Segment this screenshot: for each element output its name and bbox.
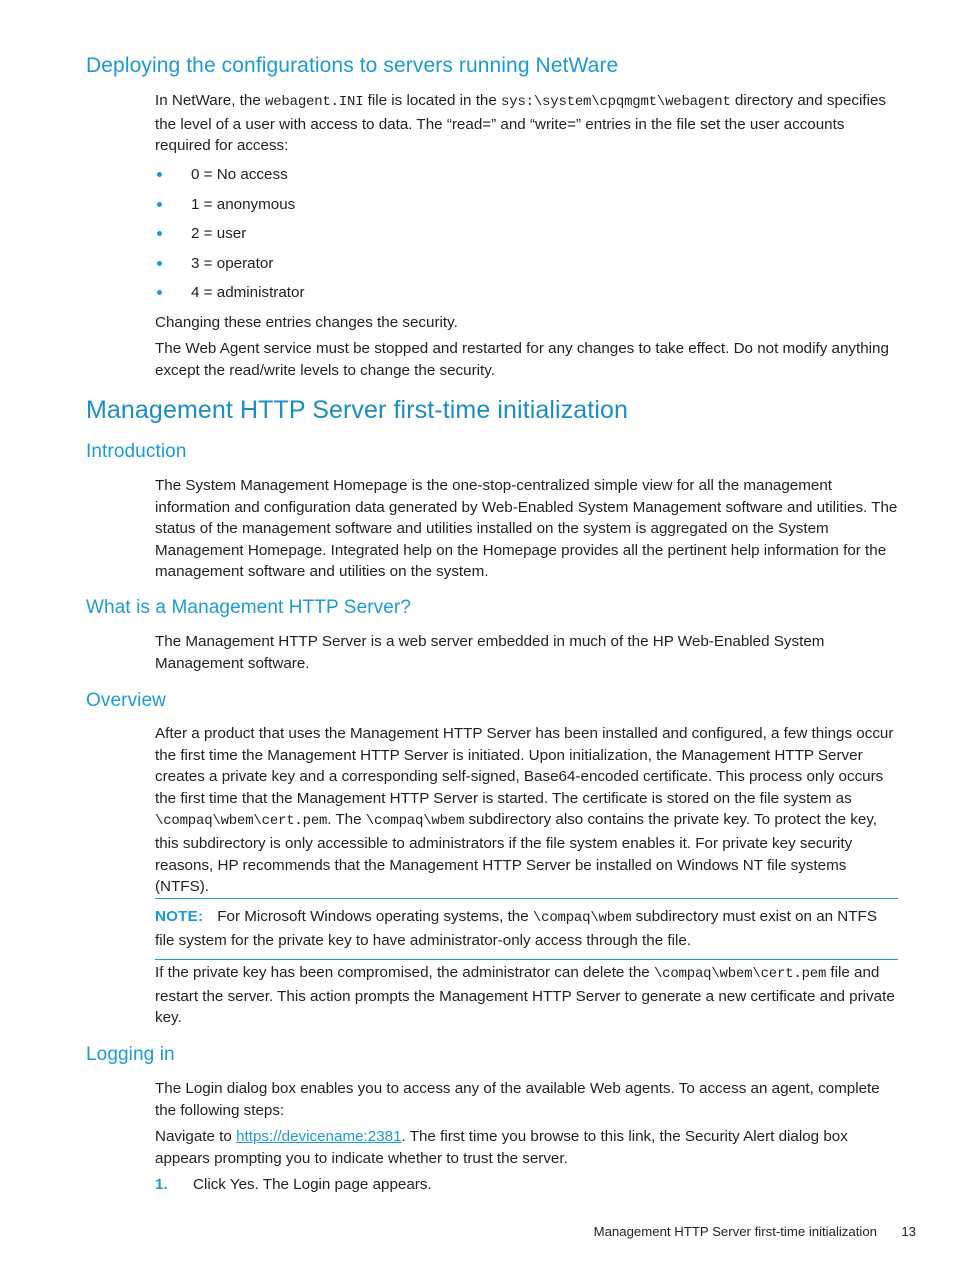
list-item: 2 = user	[155, 223, 898, 253]
compromised-part1: If the private key has been compromised,…	[155, 964, 654, 981]
list-item-label: 0 = No access	[191, 166, 288, 183]
netware-intro-part2: file is located in the	[363, 92, 502, 109]
overview-mono-cert-pem: \compaq\wbem\cert.pem	[155, 813, 328, 830]
bullet-icon	[157, 231, 162, 236]
list-item-label: 2 = user	[191, 225, 247, 242]
access-level-list: 0 = No access 1 = anonymous 2 = user 3 =…	[155, 164, 898, 312]
list-item: 1 = anonymous	[155, 194, 898, 224]
netware-mono-webagent-ini: webagent.INI	[265, 94, 364, 110]
bullet-icon	[157, 260, 162, 266]
list-item-label: 3 = operator	[191, 254, 274, 272]
bullet-icon	[157, 201, 162, 207]
note-label: NOTE:	[155, 908, 204, 926]
paragraph-what-is-body: The Management HTTP Server is a web serv…	[155, 633, 825, 672]
paragraph-navigate-instructions: Navigate to https://devicename:2381. The…	[155, 1126, 898, 1169]
list-item: 0 = No access	[155, 164, 898, 194]
list-item: 4 = administrator	[155, 282, 898, 312]
page-footer: Management HTTP Server first-time initia…	[0, 1224, 954, 1246]
heading-logging-in: Logging in	[86, 1044, 175, 1065]
heading-introduction: Introduction	[86, 441, 187, 462]
note-block: NOTE: For Microsoft Windows operating sys…	[155, 898, 898, 960]
paragraph-netware-intro: In NetWare, the webagent.INI file is loc…	[155, 90, 900, 157]
heading-overview: Overview	[86, 690, 166, 711]
list-item-label: 1 = anonymous	[191, 195, 296, 213]
document-page: Deploying the configurations to servers …	[0, 0, 954, 1271]
footer-section-title: Management HTTP Server first-time initia…	[593, 1224, 877, 1239]
paragraph-overview-body: After a product that uses the Management…	[155, 723, 898, 898]
bullet-icon	[157, 290, 162, 295]
paragraph-web-agent-restart: The Web Agent service must be stopped an…	[155, 340, 889, 379]
overview-part1: After a product that uses the Management…	[155, 725, 894, 807]
note-body: NOTE: For Microsoft Windows operating sys…	[155, 899, 898, 958]
paragraph-login-intro: The Login dialog box enables you to acce…	[155, 1080, 880, 1119]
compromised-mono-cert-pem: cert.pem	[760, 966, 827, 982]
step-label: Click Yes. The Login page appears.	[193, 1176, 432, 1193]
note-rule-bottom	[155, 958, 898, 960]
step-number: 1.	[155, 1176, 168, 1193]
footer-page-number: 13	[901, 1224, 916, 1239]
bullet-icon	[157, 172, 162, 177]
heading-management-http-server-init: Management HTTP Server first-time initia…	[86, 396, 629, 424]
note-part1: For Microsoft Windows operating systems,…	[217, 908, 533, 926]
list-item-label: 4 = administrator	[191, 284, 305, 301]
paragraph-changing-entries: Changing these entries changes the secur…	[155, 314, 458, 331]
list-item: 3 = operator	[155, 253, 898, 283]
overview-part2: . The	[327, 811, 366, 829]
heading-deploying-netware: Deploying the configurations to servers …	[86, 54, 619, 77]
navigate-prefix: Navigate to	[155, 1128, 237, 1145]
paragraph-compromised-key: If the private key has been compromised,…	[155, 962, 898, 1029]
note-mono-compaq-wbem: \compaq\wbem	[532, 910, 632, 927]
device-url-link[interactable]: https://devicename:2381	[236, 1128, 401, 1145]
netware-intro-part1: In NetWare, the	[155, 92, 266, 109]
heading-what-is-management-http-server: What is a Management HTTP Server?	[86, 597, 412, 618]
overview-mono-compaq-wbem: \compaq\wbem	[365, 813, 465, 830]
paragraph-introduction-body: The System Management Homepage is the on…	[155, 477, 898, 581]
netware-mono-path: sys:\system\cpqmgmt\webagent	[501, 94, 731, 110]
compromised-mono-path: \compaq\wbem\	[653, 966, 761, 982]
